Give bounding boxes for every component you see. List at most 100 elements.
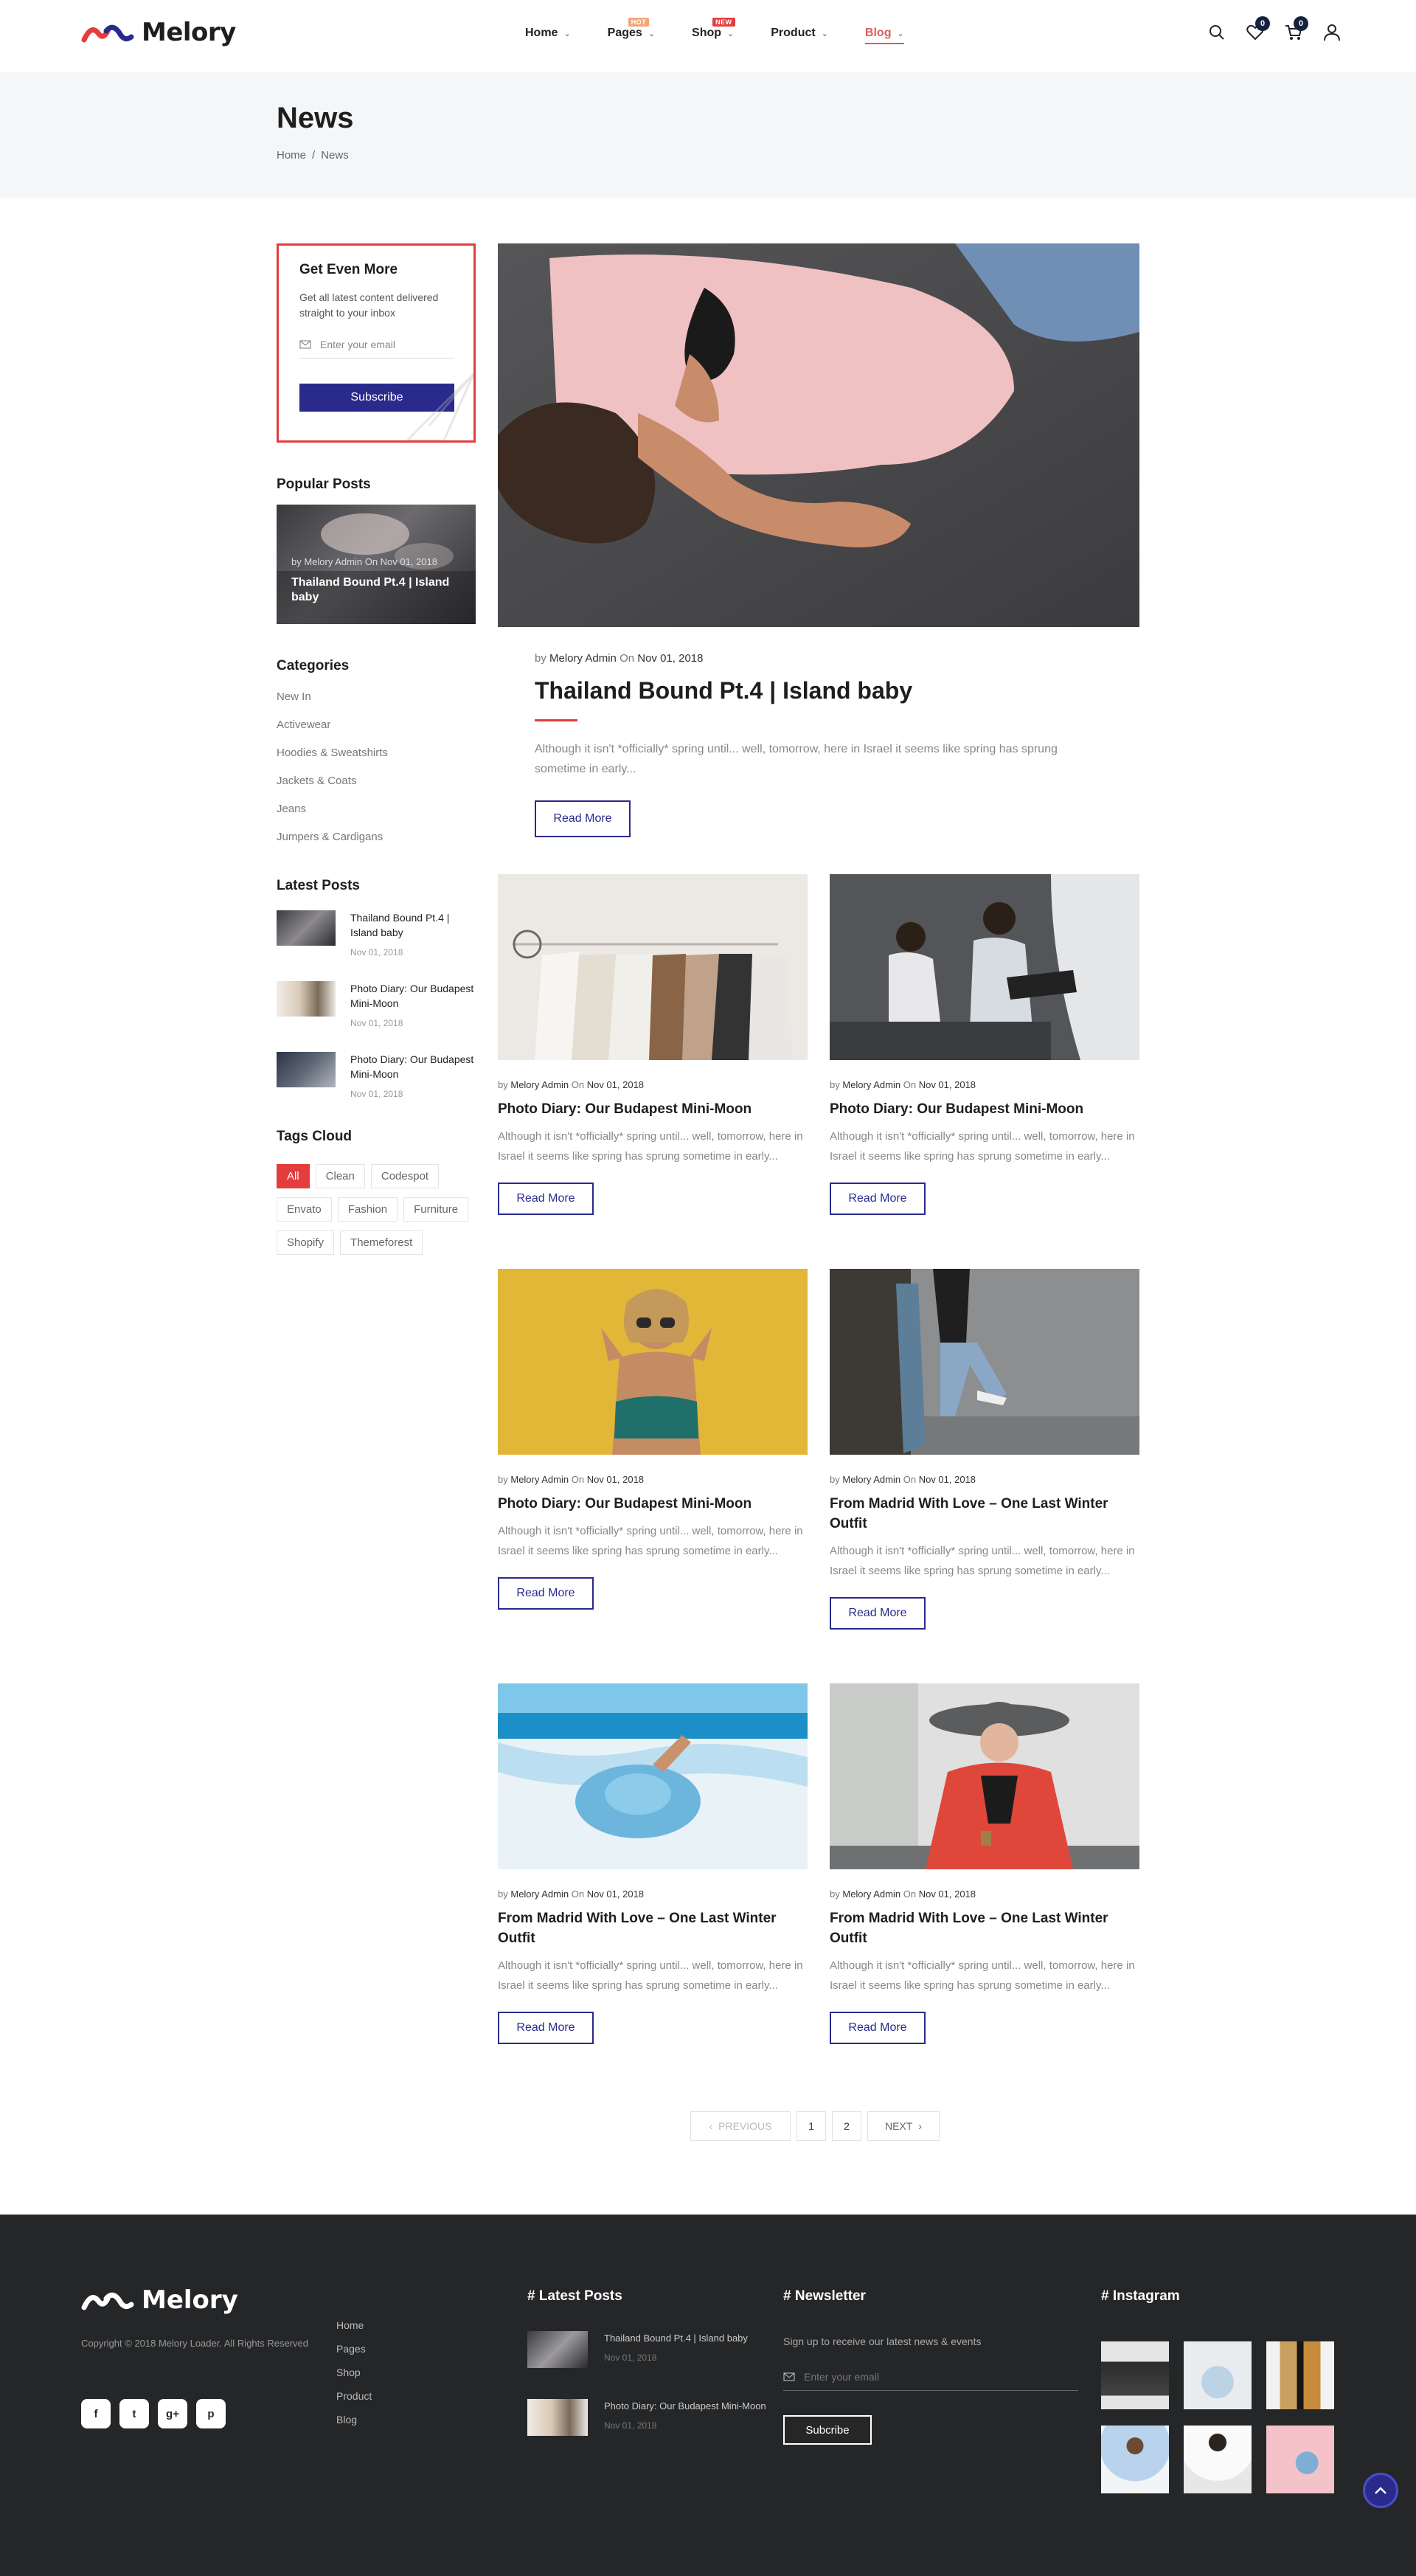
google-plus-icon[interactable]: g+ <box>158 2399 187 2428</box>
footer-post-title[interactable]: Thailand Bound Pt.4 | Island baby <box>604 2331 774 2345</box>
post-card-image[interactable] <box>498 1683 808 1869</box>
post-card-image[interactable] <box>830 1683 1139 1869</box>
popular-post-card[interactable]: by Melory Admin On Nov 01, 2018 Thailand… <box>277 505 476 624</box>
read-more-button[interactable]: Read More <box>830 2012 926 2044</box>
pagination-next[interactable]: NEXT › <box>867 2111 940 2141</box>
post-card-title[interactable]: From Madrid With Love – One Last Winter … <box>498 1908 808 1948</box>
pagination-previous-label: PREVIOUS <box>718 2120 772 2132</box>
latest-post-item[interactable]: Thailand Bound Pt.4 | Island baby Nov 01… <box>277 910 476 965</box>
pagination-previous[interactable]: ‹ PREVIOUS <box>690 2111 791 2141</box>
nav-pages-label: Pages <box>607 27 642 39</box>
instagram-photo[interactable] <box>1184 2341 1252 2409</box>
wishlist-heart-icon[interactable]: 0 <box>1245 16 1270 43</box>
post-card-image[interactable] <box>830 1269 1139 1455</box>
tag-furniture[interactable]: Furniture <box>403 1197 469 1222</box>
latest-post-item[interactable]: Photo Diary: Our Budapest Mini-Moon Nov … <box>277 981 476 1036</box>
nav-product[interactable]: Product ⌄ <box>771 27 828 40</box>
tag-themeforest[interactable]: Themeforest <box>340 1230 423 1255</box>
footer-link-pages[interactable]: Pages <box>336 2343 372 2366</box>
featured-post-image[interactable] <box>498 243 1139 627</box>
tag-shopify[interactable]: Shopify <box>277 1230 335 1255</box>
footer-link-product[interactable]: Product <box>336 2390 372 2414</box>
footer-latest-post[interactable]: Thailand Bound Pt.4 | Island baby Nov 01… <box>527 2331 774 2399</box>
instagram-photo[interactable] <box>1101 2426 1169 2493</box>
footer-link-home[interactable]: Home <box>336 2319 372 2343</box>
footer-email-field[interactable]: Enter your email <box>783 2371 1078 2391</box>
facebook-icon[interactable]: f <box>81 2399 111 2428</box>
footer-post-title[interactable]: Photo Diary: Our Budapest Mini-Moon <box>604 2399 774 2413</box>
twitter-icon[interactable]: t <box>119 2399 149 2428</box>
post-card-image[interactable] <box>830 874 1139 1060</box>
pagination-page-1[interactable]: 1 <box>796 2111 826 2141</box>
category-list: New In Activewear Hoodies & Sweatshirts … <box>277 690 476 859</box>
post-card-image[interactable] <box>498 874 808 1060</box>
nav-home[interactable]: Home ⌄ <box>525 27 571 40</box>
latest-post-title[interactable]: Thailand Bound Pt.4 | Island baby <box>350 910 476 940</box>
read-more-button[interactable]: Read More <box>498 2012 594 2044</box>
post-author[interactable]: Melory Admin <box>842 1888 900 1900</box>
back-to-top-button[interactable] <box>1363 2473 1398 2508</box>
featured-read-more-button[interactable]: Read More <box>535 800 631 837</box>
read-more-button[interactable]: Read More <box>498 1577 594 1610</box>
post-author[interactable]: Melory Admin <box>842 1079 900 1090</box>
post-author[interactable]: Melory Admin <box>842 1474 900 1485</box>
nav-shop[interactable]: NEW Shop ⌄ <box>692 18 735 40</box>
tag-all[interactable]: All <box>277 1164 310 1188</box>
latest-post-item[interactable]: Photo Diary: Our Budapest Mini-Moon Nov … <box>277 1052 476 1107</box>
footer-subscribe-button[interactable]: Subcribe <box>783 2415 872 2445</box>
tag-clean[interactable]: Clean <box>315 1164 365 1188</box>
post-author[interactable]: Melory Admin <box>510 1888 569 1900</box>
footer-logo[interactable]: Melory <box>81 2285 238 2315</box>
cart-count: 0 <box>1294 16 1308 31</box>
tag-codespot[interactable]: Codespot <box>370 1164 440 1188</box>
category-item[interactable]: Jackets & Coats <box>277 775 476 803</box>
post-date: Nov 01, 2018 <box>586 1079 645 1090</box>
post-card: by Melory Admin On Nov 01, 2018 From Mad… <box>498 1683 808 2044</box>
read-more-button[interactable]: Read More <box>498 1183 594 1215</box>
post-card-title[interactable]: From Madrid With Love – One Last Winter … <box>830 1908 1139 1948</box>
nav-blog[interactable]: Blog ⌄ <box>864 27 904 44</box>
latest-post-title[interactable]: Photo Diary: Our Budapest Mini-Moon <box>350 981 476 1011</box>
post-on: On <box>903 1079 917 1090</box>
pinterest-icon[interactable]: p <box>196 2399 226 2428</box>
popular-post-title[interactable]: Thailand Bound Pt.4 | Island baby <box>291 575 461 605</box>
post-author[interactable]: Melory Admin <box>510 1079 569 1090</box>
breadcrumb-home[interactable]: Home <box>277 149 306 162</box>
category-item[interactable]: Activewear <box>277 719 476 747</box>
post-card-image[interactable] <box>498 1269 808 1455</box>
footer-link-shop[interactable]: Shop <box>336 2366 372 2390</box>
post-card-title[interactable]: Photo Diary: Our Budapest Mini-Moon <box>498 1099 808 1119</box>
instagram-photo[interactable] <box>1266 2341 1334 2409</box>
footer-latest-post[interactable]: Photo Diary: Our Budapest Mini-Moon Nov … <box>527 2399 774 2467</box>
instagram-photo[interactable] <box>1184 2426 1252 2493</box>
post-card-title[interactable]: From Madrid With Love – One Last Winter … <box>830 1494 1139 1534</box>
read-more-button[interactable]: Read More <box>830 1597 926 1630</box>
post-card-meta: by Melory Admin On Nov 01, 2018 <box>830 1888 1139 1900</box>
category-item[interactable]: Jeans <box>277 803 476 831</box>
instagram-photo[interactable] <box>1266 2426 1334 2493</box>
featured-author[interactable]: Melory Admin <box>549 652 617 665</box>
sidebar: Get Even More Get all latest content del… <box>277 243 476 1255</box>
tag-envato[interactable]: Envato <box>277 1197 332 1222</box>
user-account-icon[interactable] <box>1322 22 1342 43</box>
tag-fashion[interactable]: Fashion <box>337 1197 398 1222</box>
instagram-photo[interactable] <box>1101 2341 1169 2409</box>
category-item[interactable]: New In <box>277 690 476 719</box>
post-card-excerpt: Although it isn't *officially* spring un… <box>830 1130 1135 1163</box>
category-item[interactable]: Hoodies & Sweatshirts <box>277 747 476 775</box>
post-card-title[interactable]: Photo Diary: Our Budapest Mini-Moon <box>830 1099 1139 1119</box>
category-item[interactable]: Jumpers & Cardigans <box>277 831 476 859</box>
newsletter-email-field[interactable]: Enter your email <box>299 339 454 359</box>
pagination-page-2[interactable]: 2 <box>832 2111 861 2141</box>
post-card-title[interactable]: Photo Diary: Our Budapest Mini-Moon <box>498 1494 808 1514</box>
search-icon[interactable] <box>1207 22 1227 43</box>
post-author[interactable]: Melory Admin <box>510 1474 569 1485</box>
cart-icon[interactable]: 0 <box>1283 16 1308 43</box>
footer-newsletter-text: Sign up to receive our latest news & eve… <box>783 2336 982 2347</box>
nav-pages[interactable]: HOT Pages ⌄ <box>607 18 655 40</box>
latest-post-title[interactable]: Photo Diary: Our Budapest Mini-Moon <box>350 1052 476 1081</box>
footer-link-blog[interactable]: Blog <box>336 2414 372 2437</box>
read-more-button[interactable]: Read More <box>830 1183 926 1215</box>
brand-logo[interactable]: Melory <box>81 18 236 47</box>
featured-post-title[interactable]: Thailand Bound Pt.4 | Island baby <box>535 677 912 704</box>
